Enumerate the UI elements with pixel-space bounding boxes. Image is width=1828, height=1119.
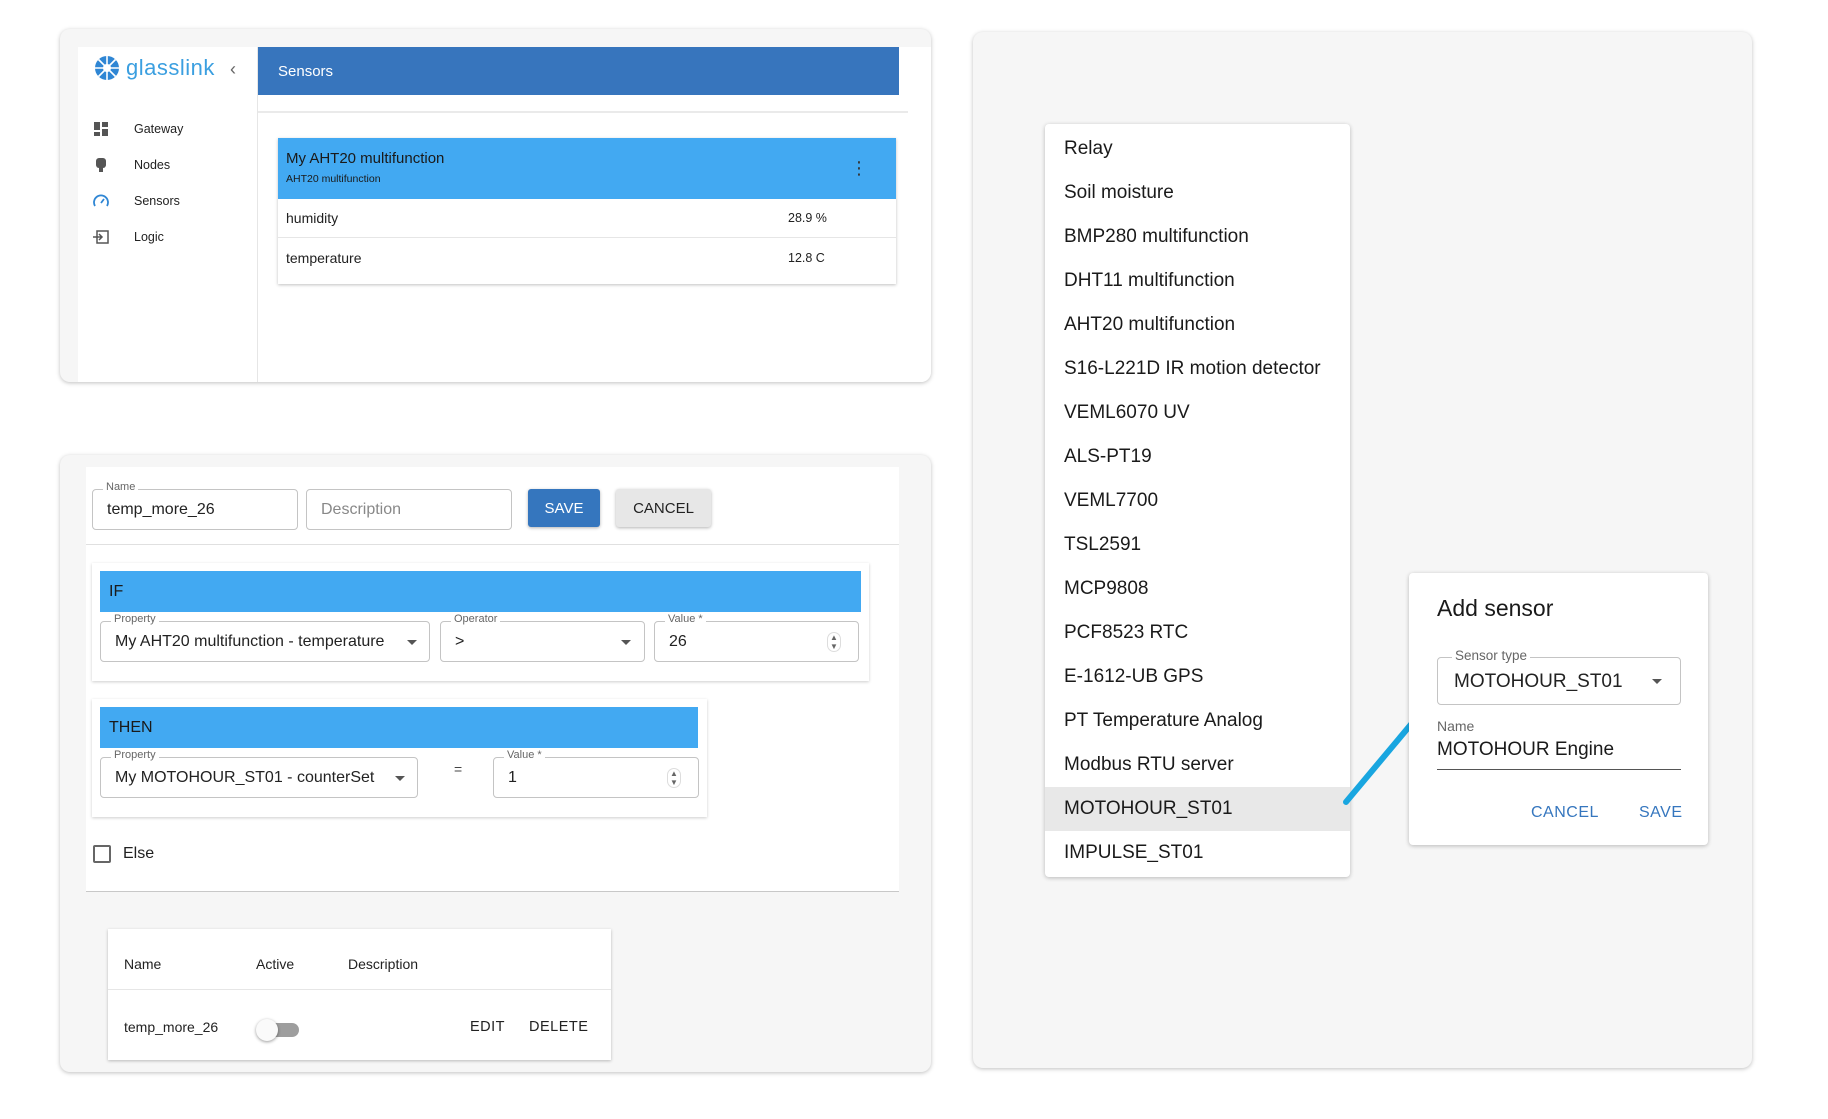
divider [86,891,899,892]
brand-name: glasslink [126,55,215,80]
name-label: Name [1437,718,1475,734]
pointer-arrow [1343,696,1435,805]
chevron-down-icon [1652,679,1662,684]
sensor-row-name: humidity [286,210,339,226]
if-section-header: IF [100,571,861,612]
sensor-type-value: MOTOHOUR_ST01 [1454,671,1623,692]
sensor-title: My AHT20 multifunction [286,150,445,167]
if-operator-select[interactable]: Operator > [440,613,645,662]
app-bar: Sensors [258,47,899,95]
sidebar-nav: Gateway Nodes Sensors Logic [78,111,258,255]
sensors-app-panel: glasslink ‹ Gateway Nodes Sensors Logic … [60,29,931,382]
divider [86,544,899,545]
then-property-label: Property [111,749,159,761]
dashboard-icon [92,120,110,138]
sidebar: glasslink ‹ Gateway Nodes Sensors Logic [78,47,258,382]
sidebar-item-logic[interactable]: Logic [78,219,258,255]
brand-logo[interactable]: glasslink [94,55,215,81]
node-icon [92,156,110,174]
logic-editor-panel: Name temp_more_26 Description SAVE CANCE… [60,455,931,1072]
sensor-subtitle: AHT20 multifunction [286,173,381,185]
then-value-label: Value * [504,749,545,761]
name-input-underline [1437,769,1681,770]
edit-button[interactable]: EDIT [470,1019,505,1035]
else-checkbox[interactable] [93,845,111,863]
dialog-title: Add sensor [1437,595,1554,621]
sensor-card-header: My AHT20 multifunction AHT20 multifuncti… [278,138,896,199]
sensor-type-label: Sensor type [1452,648,1531,663]
if-value-value: 26 [669,633,687,650]
sensor-row-name: temperature [286,249,362,266]
description-placeholder: Description [321,501,402,518]
sensor-row: temperature 12.8 C [278,238,896,277]
stepper-icon[interactable]: ▲ ▼ [667,768,681,788]
if-section: IF Property My AHT20 multifunction - tem… [92,563,869,681]
name-field[interactable]: Name temp_more_26 [92,481,298,530]
delete-button[interactable]: DELETE [529,1019,588,1035]
sensor-row-value: 28.9 % [788,211,827,225]
sidebar-item-label: Sensors [134,194,180,208]
then-value-value: 1 [508,769,517,786]
save-button[interactable]: SAVE [528,489,600,527]
equals-sign: = [454,761,463,777]
sensor-row-value: 12.8 C [788,250,825,265]
if-operator-value: > [455,633,465,650]
sidebar-item-nodes[interactable]: Nodes [78,147,258,183]
sidebar-item-gateway[interactable]: Gateway [78,111,258,147]
then-section-header: THEN [100,707,698,748]
chevron-down-icon [395,776,405,781]
sidebar-item-label: Nodes [134,158,171,172]
more-vert-icon[interactable]: ⋮ [850,158,868,179]
sensor-type-select[interactable]: Sensor type MOTOHOUR_ST01 [1437,648,1681,705]
else-label: Else [123,845,155,862]
main-content: Sensors My AHT20 multifunction AHT20 mul… [258,47,931,382]
column-header-name: Name [124,956,162,972]
sensor-row: humidity 28.9 % [278,199,896,238]
if-operator-label: Operator [451,613,501,625]
logic-form: Name temp_more_26 Description SAVE CANCE… [86,467,899,892]
cancel-button[interactable]: CANCEL [616,489,711,527]
login-icon [92,228,110,246]
sensor-card: My AHT20 multifunction AHT20 multifuncti… [278,138,896,284]
chevron-down-icon [407,640,417,645]
page-title: Sensors [278,62,334,80]
sidebar-item-label: Logic [134,230,164,244]
name-field-label: Name [103,481,139,493]
if-property-value: My AHT20 multifunction - temperature [115,633,385,650]
stepper-icon[interactable]: ▲ ▼ [827,632,841,652]
dialog-cancel-button[interactable]: CANCEL [1531,804,1599,822]
then-value-field[interactable]: Value * 1 ▲ ▼ [493,749,699,798]
chevron-down-icon [621,640,631,645]
add-sensor-panel: Relay Soil moisture BMP280 multifunction DH… [973,32,1752,1068]
description-field[interactable]: Description [306,489,512,530]
sidebar-item-sensors[interactable]: Sensors [78,183,258,219]
then-section: THEN Property My MOTOHOUR_ST01 - counter… [92,699,707,817]
if-value-label: Value * [665,613,706,625]
rules-table: Name Active Description temp_more_26 EDI… [108,929,611,1060]
if-property-select[interactable]: Property My AHT20 multifunction - temper… [100,613,430,662]
chevron-left-icon[interactable]: ‹ [230,59,236,80]
sidebar-item-label: Gateway [134,122,184,136]
dialog-save-button[interactable]: SAVE [1639,804,1683,822]
divider [108,989,611,990]
add-sensor-dialog: Add sensor Sensor type MOTOHOUR_ST01 Nam… [1409,573,1708,845]
glasslink-logo-icon [95,56,119,80]
if-value-field[interactable]: Value * 26 ▲ ▼ [654,613,859,662]
column-header-description: Description [348,956,419,972]
then-property-select[interactable]: Property My MOTOHOUR_ST01 - counterSet [100,749,418,798]
rule-name: temp_more_26 [124,1019,219,1035]
divider [258,111,908,113]
name-input[interactable]: MOTOHOUR Engine [1437,739,1614,761]
active-toggle-knob[interactable] [256,1019,278,1041]
column-header-active: Active [256,956,295,972]
if-property-label: Property [111,613,159,625]
name-field-value: temp_more_26 [107,501,215,518]
then-property-value: My MOTOHOUR_ST01 - counterSet [115,769,375,786]
gauge-icon [92,192,110,210]
